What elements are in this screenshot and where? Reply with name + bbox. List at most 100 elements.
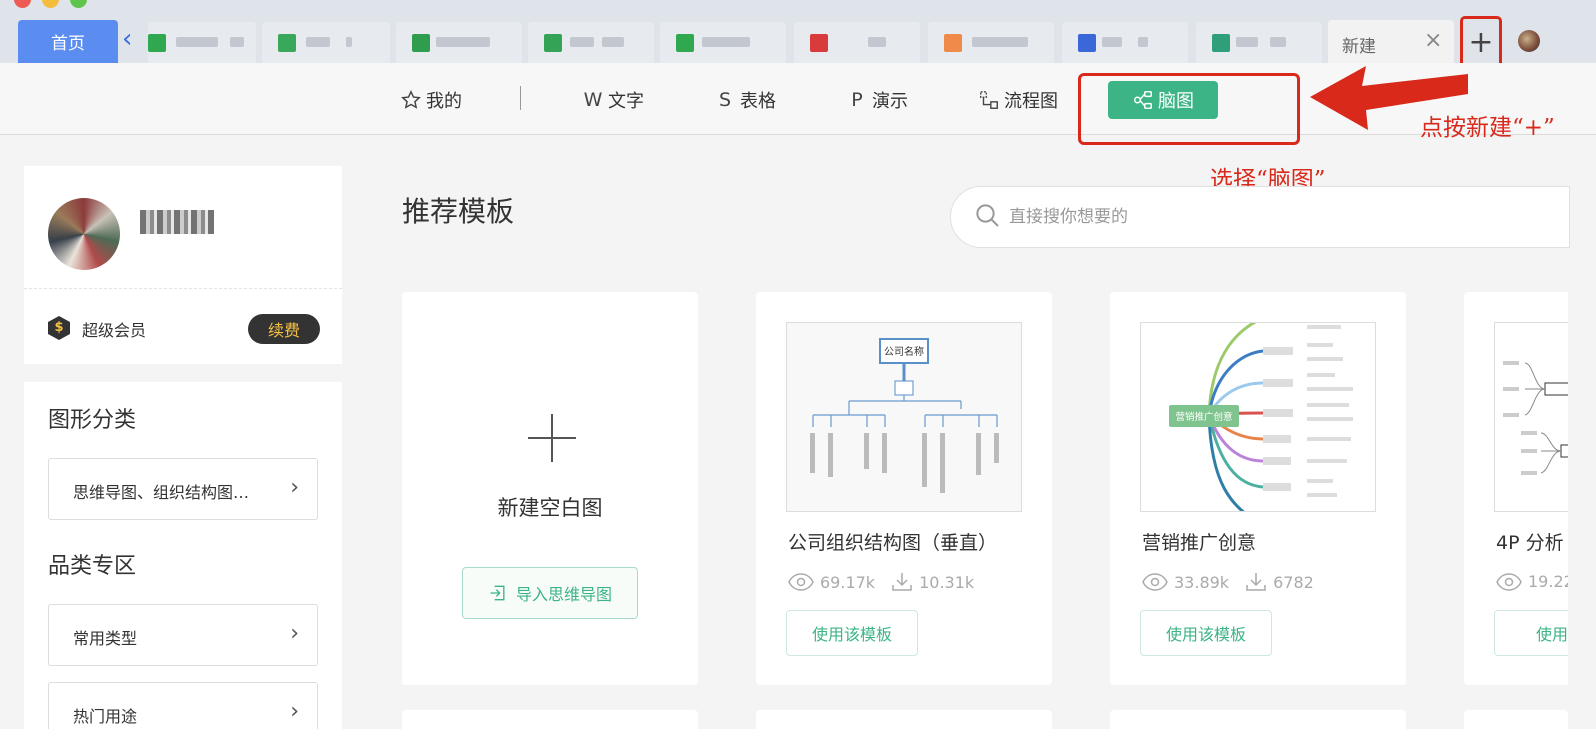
graphic-category-value: 思维导图、组织结构图… — [73, 483, 250, 502]
document-tab[interactable] — [1196, 22, 1322, 63]
template-name: 公司组织结构图（垂直） — [788, 532, 998, 554]
document-tab[interactable] — [528, 22, 654, 63]
org-root-label: 公司名称 — [884, 345, 924, 358]
toolbar-text[interactable]: W 文字 — [582, 87, 644, 113]
toolbar-flowchart[interactable]: 流程图 — [978, 87, 1058, 113]
toolbar-present[interactable]: P 演示 — [846, 87, 908, 113]
presentation-icon — [810, 34, 828, 52]
avatar[interactable] — [48, 198, 120, 270]
star-icon — [401, 90, 421, 109]
zone-item-popular[interactable]: 热门用途 › — [48, 682, 318, 729]
flowchart-icon — [980, 91, 998, 109]
toolbar-text-label: 文字 — [608, 91, 644, 112]
views-count: 19.22 — [1528, 572, 1568, 591]
sheet-doc-icon: S — [718, 89, 732, 111]
document-tab[interactable] — [1062, 22, 1188, 63]
analysis-thumbnail — [1503, 361, 1568, 475]
graphic-category-title: 图形分类 — [48, 408, 137, 433]
search-box[interactable] — [950, 186, 1570, 248]
views-count: 69.17k — [820, 572, 876, 592]
tab-home[interactable]: 首页 — [18, 20, 118, 63]
toolbar-flowchart-label: 流程图 — [1004, 91, 1058, 112]
toolbar-divider — [520, 86, 521, 110]
template-card[interactable] — [756, 710, 1052, 729]
toolbar-mine[interactable]: 我的 — [400, 87, 462, 113]
mindmap-icon — [412, 34, 430, 52]
search-icon — [976, 204, 999, 227]
views-count: 33.89k — [1174, 572, 1230, 592]
template-card[interactable]: 公司名称 公司组织结构图（垂直） 69.17k 10.31k 使用该模板 — [756, 292, 1052, 685]
profile-card: $ 超级会员 续费 — [24, 166, 342, 364]
toolbar-sheet[interactable]: S 表格 — [714, 87, 776, 113]
template-card[interactable]: 营销推广创意 营销推广创意 33.89k 6782 使用该模板 — [1110, 292, 1406, 685]
document-tab[interactable] — [396, 22, 522, 63]
zone-item-common[interactable]: 常用类型 › — [48, 604, 318, 666]
sheet-icon — [148, 34, 166, 52]
document-tab[interactable] — [262, 22, 390, 63]
zone-title: 品类专区 — [48, 554, 137, 579]
annotation-click-new: 点按新建“+” — [1420, 115, 1555, 141]
chevron-right-icon: › — [290, 621, 299, 646]
use-template-button[interactable]: 使用该模板 — [1140, 610, 1272, 656]
graphic-category-select[interactable]: 思维导图、组织结构图… › — [48, 458, 318, 520]
toolbar-mine-label: 我的 — [426, 91, 462, 112]
new-blank-card[interactable]: 新建空白图 导入思维导图 — [402, 292, 698, 685]
use-template-button[interactable]: 使用该模板 — [786, 610, 918, 656]
template-card[interactable] — [1110, 710, 1406, 729]
divider — [24, 288, 342, 289]
mind-map-thumbnail: 营销推广创意 — [1169, 323, 1353, 511]
eye-icon — [788, 573, 814, 591]
eye-icon — [1496, 572, 1522, 591]
vip-label: 超级会员 — [82, 321, 147, 340]
category-panel: 图形分类 思维导图、组织结构图… › 品类专区 常用类型 › 热门用途 › — [24, 382, 342, 729]
use-template-button[interactable]: 使用该 — [1494, 610, 1568, 656]
flowchart-icon — [1078, 34, 1096, 52]
eye-icon — [1142, 573, 1168, 591]
mind-center-label: 营销推广创意 — [1175, 411, 1232, 423]
presentation-icon — [944, 34, 962, 52]
mindmap-icon — [676, 34, 694, 52]
template-card[interactable]: 4P 分析 19.22 使用该 — [1464, 292, 1568, 685]
template-card[interactable] — [402, 710, 698, 729]
org-chart-thumbnail: 公司名称 — [810, 338, 999, 493]
document-tab[interactable] — [148, 22, 256, 63]
download-icon — [892, 573, 912, 591]
highlight-mindmap-box — [1078, 73, 1300, 145]
vip-badge-icon: $ — [48, 316, 70, 340]
template-stats: 33.89k 6782 — [1142, 572, 1314, 592]
template-thumbnail[interactable]: 公司名称 — [786, 322, 1022, 512]
search-input[interactable] — [1009, 201, 1409, 233]
downloads-count: 6782 — [1273, 572, 1314, 592]
template-card[interactable] — [1464, 710, 1568, 729]
minimize-window-button[interactable] — [42, 0, 59, 8]
template-card-clipped: 4P 分析 19.22 使用该 — [1464, 292, 1568, 685]
toolbar-present-label: 演示 — [872, 91, 908, 112]
new-blank-title: 新建空白图 — [497, 496, 603, 520]
zoom-window-button[interactable] — [70, 0, 87, 8]
document-tab[interactable] — [928, 22, 1054, 63]
template-name: 营销推广创意 — [1142, 532, 1257, 554]
chevron-right-icon: › — [290, 475, 299, 500]
mindmap-icon — [1212, 34, 1230, 52]
close-window-button[interactable] — [14, 0, 31, 8]
import-mindmap-button[interactable]: 导入思维导图 — [462, 567, 638, 619]
zone-item-label: 热门用途 — [73, 707, 138, 726]
chevron-left-icon[interactable]: ‹ — [122, 26, 132, 52]
document-tab[interactable] — [794, 22, 920, 63]
renew-button[interactable]: 续费 — [248, 314, 320, 344]
template-name: 4P 分析 — [1496, 532, 1564, 554]
toolbar-sheet-label: 表格 — [740, 91, 776, 112]
document-tab[interactable] — [660, 22, 786, 63]
chevron-right-icon: › — [290, 699, 299, 724]
template-thumbnail[interactable] — [1494, 322, 1568, 512]
template-stats: 69.17k 10.31k — [788, 572, 974, 592]
text-doc-icon: W — [583, 89, 603, 111]
mindmap-icon — [278, 34, 296, 52]
avatar[interactable] — [1518, 30, 1540, 52]
presentation-doc-icon: P — [851, 89, 863, 111]
zone-item-label: 常用类型 — [73, 629, 138, 648]
template-thumbnail[interactable]: 营销推广创意 — [1140, 322, 1376, 512]
import-icon — [490, 585, 505, 601]
template-stats: 19.22 — [1496, 572, 1568, 591]
plus-icon — [528, 414, 576, 462]
